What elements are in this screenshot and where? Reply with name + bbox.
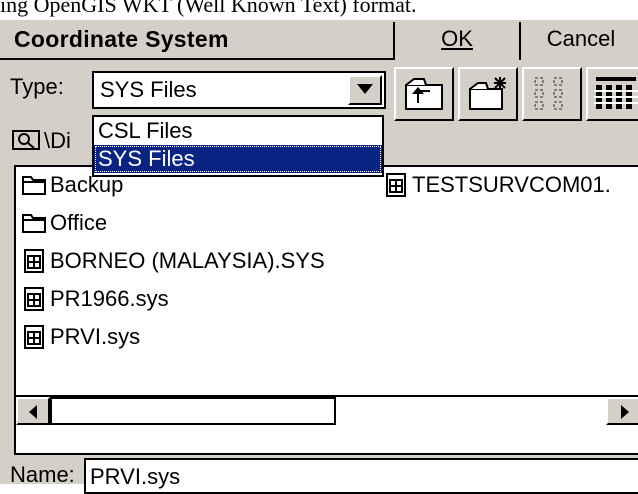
list-item-label: PR1966.sys <box>50 286 169 311</box>
name-label: Name: <box>10 462 75 487</box>
folder-up-button[interactable] <box>394 67 454 121</box>
list-item-label: PRVI.sys <box>50 324 141 349</box>
drive-icon <box>12 130 40 150</box>
type-dropdown-list[interactable]: CSL Files SYS Files <box>92 115 384 177</box>
list-view-button[interactable] <box>522 67 582 121</box>
details-view-icon <box>594 77 638 109</box>
page-caption: ing OpenGIS WKT (Well Known Text) format… <box>0 0 417 17</box>
new-folder-button[interactable] <box>458 67 518 121</box>
dropdown-option-sys-files[interactable]: SYS Files <box>94 145 382 173</box>
cancel-button[interactable]: Cancel <box>521 22 638 60</box>
cancel-button-label: Cancel <box>546 26 616 51</box>
scroll-right-button[interactable] <box>606 397 638 425</box>
chevron-down-icon <box>357 84 373 94</box>
dialog-title: Coordinate System <box>14 26 229 52</box>
file-list[interactable]: Backup Office BORNEO (MALAYSIA).SYS PR19… <box>14 165 638 455</box>
type-select[interactable]: SYS Files <box>92 71 386 109</box>
dropdown-arrow-button[interactable] <box>348 75 382 105</box>
ok-button-label: OK <box>441 26 473 51</box>
folder-icon <box>22 214 46 233</box>
new-folder-icon <box>469 77 506 110</box>
current-path-text: \Di <box>44 128 71 153</box>
list-item-label: TESTSURVCOM01. <box>412 172 611 197</box>
list-item-label: BORNEO (MALAYSIA).SYS <box>50 248 325 273</box>
horizontal-scrollbar[interactable] <box>16 395 638 425</box>
folder-up-icon <box>405 78 443 110</box>
coordinate-system-dialog: Coordinate System OK Cancel Type: SYS Fi… <box>0 20 638 494</box>
list-item-label: Office <box>50 210 108 235</box>
list-view-icon <box>534 77 563 110</box>
scroll-left-button[interactable] <box>16 397 50 425</box>
name-input[interactable]: PRVI.sys <box>84 458 638 494</box>
details-view-button[interactable] <box>586 67 638 121</box>
folder-icon <box>22 176 46 195</box>
file-icon <box>24 287 44 311</box>
file-icon <box>386 173 406 197</box>
dropdown-option-csl-files[interactable]: CSL Files <box>94 117 382 145</box>
name-input-value: PRVI.sys <box>90 464 181 489</box>
scroll-right-icon <box>621 405 629 419</box>
type-label: Type: <box>10 74 64 99</box>
dialog-titlebar: Coordinate System OK Cancel <box>0 20 638 60</box>
type-select-value: SYS Files <box>100 77 197 102</box>
file-icon <box>24 249 44 273</box>
ok-button[interactable]: OK <box>393 22 521 60</box>
scroll-left-icon <box>29 405 37 419</box>
file-icon <box>24 325 44 349</box>
scroll-thumb[interactable] <box>50 397 336 425</box>
